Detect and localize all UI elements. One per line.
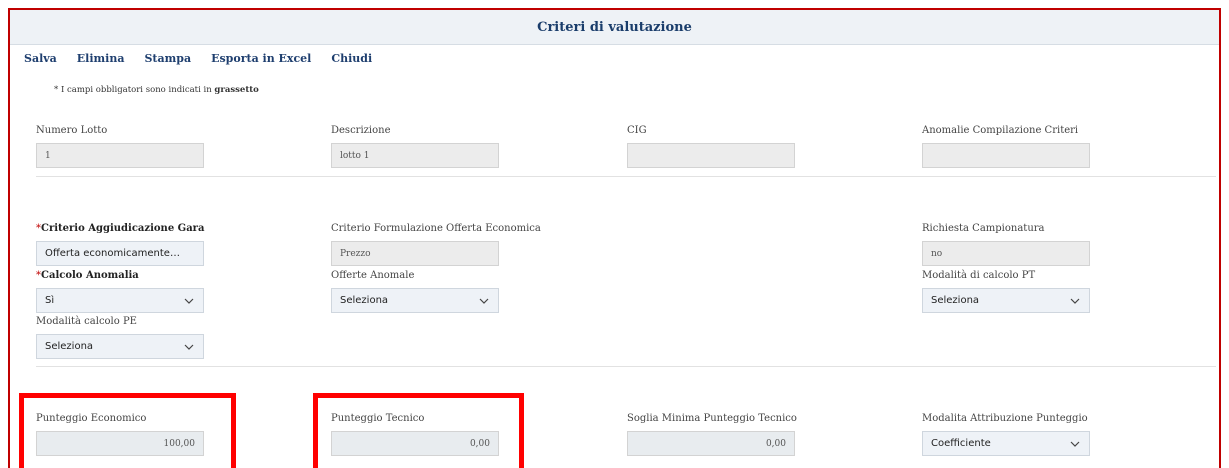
chevron-down-icon <box>184 344 194 350</box>
punteggio-tecnico-field: Punteggio Tecnico 0,00 <box>331 413 499 456</box>
chevron-down-icon <box>1070 441 1080 447</box>
criterio-formulazione-label: Criterio Formulazione Offerta Economica <box>331 223 541 234</box>
calcolo-anomalia-label: *Calcolo Anomalia <box>36 270 204 282</box>
offerte-anomale-select[interactable]: Seleziona <box>331 288 499 313</box>
delete-button[interactable]: Elimina <box>77 52 125 65</box>
offerte-anomale-field: Offerte Anomale Seleziona <box>331 270 499 313</box>
separator <box>36 176 1216 177</box>
descrizione-label: Descrizione <box>331 125 391 136</box>
punteggio-tecnico-input[interactable]: 0,00 <box>331 431 499 456</box>
anomalie-label: Anomalie Compilazione Criteri <box>922 125 1079 136</box>
descrizione-input: lotto 1 <box>331 143 499 168</box>
offerte-anomale-label: Offerte Anomale <box>331 270 415 281</box>
criterio-aggiudicazione-label-text: Criterio Aggiudicazione Gara <box>41 223 205 234</box>
modalita-calcolo-pe-field: Modalità calcolo PE Seleziona <box>36 316 204 359</box>
criterio-aggiudicazione-select[interactable]: Offerta economicamente più vantaggiosa <box>36 241 204 266</box>
punteggio-economico-field: Punteggio Economico 100,00 <box>36 413 204 456</box>
calcolo-anomalia-label-text: Calcolo Anomalia <box>41 270 139 281</box>
modalita-attribuzione-label: Modalita Attribuzione Punteggio <box>922 413 1088 424</box>
numero-lotto-label: Numero Lotto <box>36 125 108 136</box>
modalita-calcolo-pt-select[interactable]: Seleziona <box>922 288 1090 313</box>
richiesta-campionatura-label: Richiesta Campionatura <box>922 223 1045 234</box>
cig-label: CIG <box>627 125 647 136</box>
punteggio-economico-input[interactable]: 100,00 <box>36 431 204 456</box>
anomalie-field: Anomalie Compilazione Criteri <box>922 125 1090 168</box>
cig-field: CIG <box>627 125 795 168</box>
required-fields-note: * I campi obbligatori sono indicati in g… <box>54 85 259 95</box>
modalita-calcolo-pe-select[interactable]: Seleziona <box>36 334 204 359</box>
calcolo-anomalia-select[interactable]: Sì <box>36 288 204 313</box>
criterio-formulazione-input: Prezzo <box>331 241 499 266</box>
anomalie-input <box>922 143 1090 168</box>
soglia-minima-label: Soglia Minima Punteggio Tecnico <box>627 413 797 424</box>
modalita-calcolo-pt-field: Modalità di calcolo PT Seleziona <box>922 270 1090 313</box>
calcolo-anomalia-field: *Calcolo Anomalia Sì <box>36 270 204 313</box>
separator <box>36 366 1216 367</box>
numero-lotto-field: Numero Lotto 1 <box>36 125 204 168</box>
save-button[interactable]: Salva <box>24 52 57 65</box>
export-excel-button[interactable]: Esporta in Excel <box>211 52 311 65</box>
criterio-formulazione-field: Criterio Formulazione Offerta Economica … <box>331 223 541 266</box>
toolbar: Salva Elimina Stampa Esporta in Excel Ch… <box>24 52 372 65</box>
modalita-calcolo-pt-value: Seleziona <box>931 295 980 306</box>
chevron-down-icon <box>479 298 489 304</box>
numero-lotto-input: 1 <box>36 143 204 168</box>
window-title: Criteri di valutazione <box>10 10 1219 45</box>
soglia-minima-field: Soglia Minima Punteggio Tecnico 0,00 <box>627 413 797 456</box>
note-text: * I campi obbligatori sono indicati in <box>54 85 215 95</box>
criterio-aggiudicazione-label: *Criterio Aggiudicazione Gara <box>36 223 204 235</box>
modalita-calcolo-pe-value: Seleziona <box>45 341 94 352</box>
punteggio-tecnico-label: Punteggio Tecnico <box>331 413 425 424</box>
chevron-down-icon <box>184 298 194 304</box>
criterio-aggiudicazione-field: *Criterio Aggiudicazione Gara Offerta ec… <box>36 223 204 266</box>
modalita-attribuzione-value: Coefficiente <box>931 438 991 449</box>
punteggio-economico-label: Punteggio Economico <box>36 413 147 424</box>
descrizione-field: Descrizione lotto 1 <box>331 125 499 168</box>
richiesta-campionatura-input: no <box>922 241 1090 266</box>
criteri-valutazione-page: Criteri di valutazione Salva Elimina Sta… <box>0 0 1229 468</box>
note-bold-text: grassetto <box>214 85 259 95</box>
close-button[interactable]: Chiudi <box>331 52 372 65</box>
criterio-aggiudicazione-value: Offerta economicamente più vantaggiosa <box>45 248 180 259</box>
print-button[interactable]: Stampa <box>144 52 191 65</box>
chevron-down-icon <box>1070 298 1080 304</box>
window-title-text: Criteri di valutazione <box>537 19 692 35</box>
cig-input <box>627 143 795 168</box>
modalita-calcolo-pe-label: Modalità calcolo PE <box>36 316 137 327</box>
soglia-minima-input[interactable]: 0,00 <box>627 431 795 456</box>
calcolo-anomalia-value: Sì <box>45 295 55 306</box>
richiesta-campionatura-field: Richiesta Campionatura no <box>922 223 1090 266</box>
offerte-anomale-value: Seleziona <box>340 295 389 306</box>
modalita-attribuzione-select[interactable]: Coefficiente <box>922 431 1090 456</box>
modalita-calcolo-pt-label: Modalità di calcolo PT <box>922 270 1036 281</box>
modalita-attribuzione-field: Modalita Attribuzione Punteggio Coeffici… <box>922 413 1090 456</box>
